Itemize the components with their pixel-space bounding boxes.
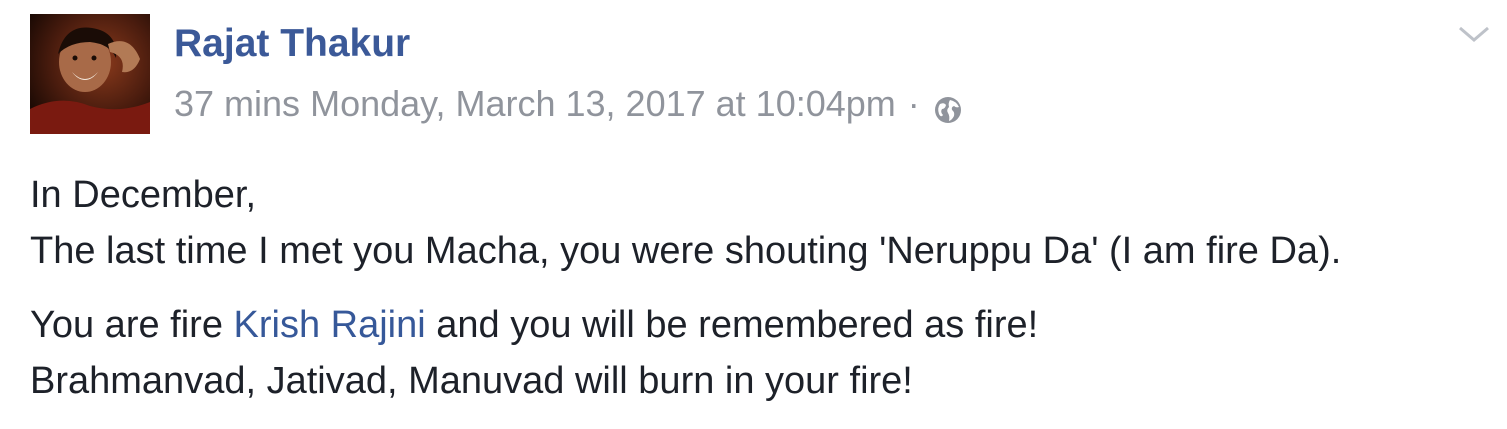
- author-name[interactable]: Rajat Thakur: [174, 18, 410, 70]
- post-line: The last time I met you Macha, you were …: [30, 230, 1342, 272]
- profile-photo: [30, 14, 150, 134]
- post-time-relative[interactable]: 37 mins: [174, 80, 300, 128]
- globe-icon[interactable]: [932, 90, 964, 123]
- post-line: Brahmanvad, Jativad, Manuvad will burn i…: [30, 360, 913, 402]
- chevron-down-icon[interactable]: [1456, 22, 1492, 46]
- mention-link[interactable]: Krish Rajini: [234, 304, 426, 346]
- post-paragraph: You are fire Krish Rajini and you will b…: [30, 297, 1490, 409]
- post-meta: 37 mins Monday, March 13, 2017 at 10:04p…: [174, 80, 964, 128]
- post-text: and you will be remembered as fire!: [425, 304, 1039, 346]
- post-timestamp[interactable]: Monday, March 13, 2017 at 10:04pm: [310, 80, 896, 128]
- post-body: In December, The last time I met you Mac…: [30, 167, 1490, 409]
- post-line: You are fire Krish Rajini and you will b…: [30, 297, 1490, 353]
- post-text: You are fire: [30, 304, 234, 346]
- post-line: In December,: [30, 174, 256, 216]
- facebook-post: Rajat Thakur 37 mins Monday, March 13, 2…: [0, 0, 1507, 429]
- avatar[interactable]: [30, 14, 150, 134]
- post-paragraph: In December, The last time I met you Mac…: [30, 167, 1490, 279]
- meta-separator: ·: [907, 83, 920, 124]
